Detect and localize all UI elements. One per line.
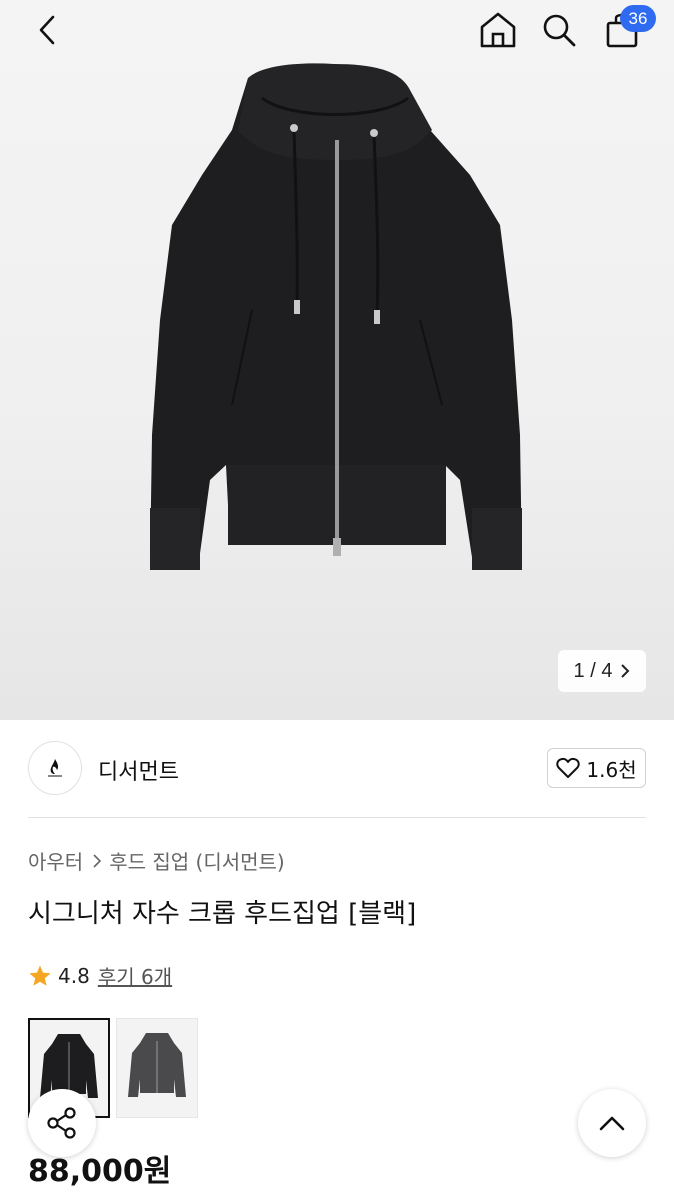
chevron-up-icon (599, 1116, 625, 1131)
search-button[interactable] (537, 8, 581, 52)
cart-count-badge: 36 (620, 5, 656, 32)
home-icon (480, 12, 516, 48)
like-count: 1.6천 (586, 757, 637, 782)
product-title: 시그니처 자수 크롭 후드집업 [블랙] (28, 899, 417, 929)
breadcrumb-item[interactable]: 후드 집업 (디서먼트) (109, 846, 285, 875)
search-icon (543, 14, 576, 47)
product-price: 88,000원 (28, 1154, 172, 1189)
share-icon (47, 1107, 76, 1139)
chevron-right-icon (93, 853, 102, 868)
breadcrumb-item[interactable]: 아우터 (28, 846, 83, 875)
star-icon (29, 965, 51, 986)
top-navigation-bar: 36 (0, 0, 674, 60)
breadcrumb: 아우터 후드 집업 (디서먼트) (28, 846, 285, 875)
rating-row: 4.8 후기 6개 (28, 961, 172, 990)
hoodie-thumbnail (128, 1033, 186, 1097)
scroll-to-top-button[interactable] (578, 1089, 646, 1157)
like-button[interactable]: 1.6천 (547, 748, 646, 788)
product-image-gallery[interactable] (0, 0, 674, 720)
variant-thumbnail-charcoal[interactable] (116, 1018, 198, 1118)
brand-name[interactable]: 디서먼트 (98, 754, 179, 786)
brand-logo[interactable] (28, 741, 82, 795)
back-icon (39, 15, 55, 45)
home-button[interactable] (476, 8, 520, 52)
image-pager[interactable]: 1 / 4 (558, 650, 646, 692)
brand-row: 디서먼트 1.6천 (28, 741, 646, 797)
rating-score: 4.8 (58, 963, 90, 988)
pager-text: 1 / 4 (573, 659, 613, 682)
reviews-link[interactable]: 후기 6개 (98, 961, 172, 990)
chevron-right-icon (620, 663, 630, 679)
divider (28, 817, 646, 818)
back-button[interactable] (26, 8, 70, 52)
product-photo (150, 63, 522, 570)
flame-logo-icon (48, 759, 62, 777)
heart-icon (556, 757, 581, 778)
